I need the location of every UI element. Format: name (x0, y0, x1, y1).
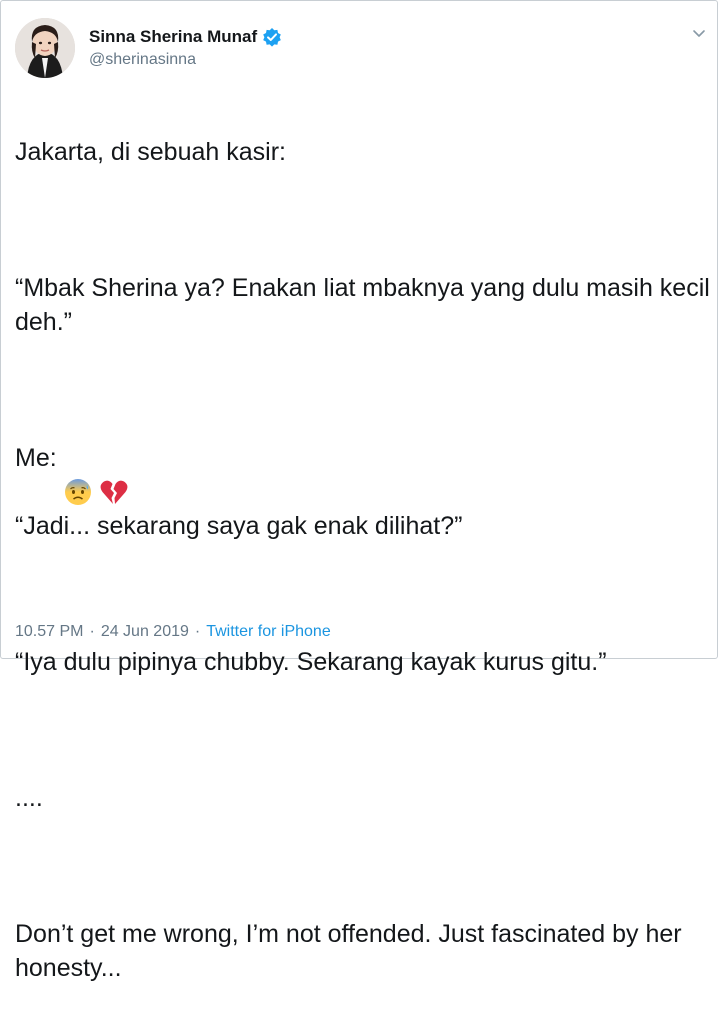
author-name-row[interactable]: Sinna Sherina Munaf (89, 27, 282, 47)
tweet-line-6: .... (15, 784, 43, 812)
tweet-line-7: Don’t get me wrong, I’m not offended. Ju… (15, 920, 682, 982)
tweet-line-2: “Mbak Sherina ya? Enakan liat mbaknya ya… (15, 274, 710, 336)
chevron-down-icon[interactable] (691, 25, 707, 41)
anxious-face-emoji-icon (63, 443, 93, 505)
tweet-line-5: “Iya dulu pipinya chubby. Sekarang kayak… (15, 648, 607, 676)
tweet-text: Jakarta, di sebuah kasir: “Mbak Sherina … (15, 101, 715, 1019)
tweet-card: Sinna Sherina Munaf @sherinasinna Jakart… (0, 0, 718, 982)
meta-separator: · (194, 623, 201, 640)
tweet-meta: 10.57 PM · 24 Jun 2019 · Twitter for iPh… (15, 623, 331, 641)
tweet-line-3-prefix: Me: (15, 444, 57, 472)
avatar-image (15, 18, 75, 78)
tweet-line-3: Me: (15, 441, 715, 505)
tweet-date[interactable]: 24 Jun 2019 (101, 623, 189, 641)
verified-badge-icon (262, 27, 282, 47)
meta-separator: · (89, 623, 95, 640)
tweet-time[interactable]: 10.57 PM (15, 623, 83, 641)
user-handle[interactable]: @sherinasinna (89, 51, 196, 69)
display-name[interactable]: Sinna Sherina Munaf (89, 27, 257, 47)
tweet-line-4: “Jadi... sekarang saya gak enak dilihat?… (15, 512, 463, 540)
broken-heart-emoji-icon (99, 443, 129, 504)
tweet-source-link[interactable]: Twitter for iPhone (206, 623, 331, 641)
tweet-line-1: Jakarta, di sebuah kasir: (15, 138, 286, 166)
avatar[interactable] (15, 18, 75, 78)
